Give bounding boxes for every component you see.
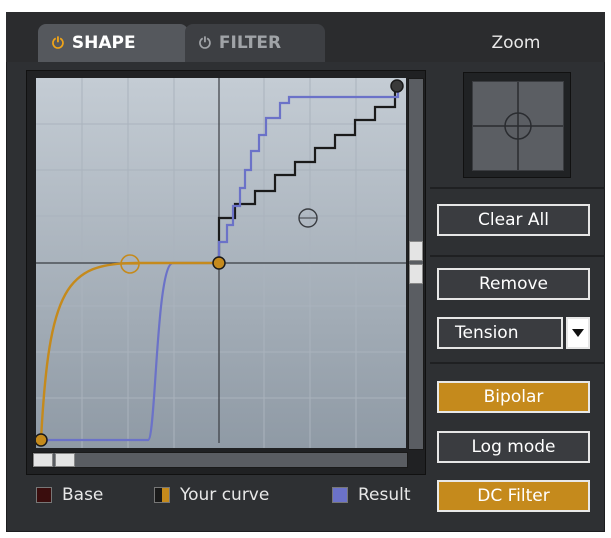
power-icon[interactable]: ⏻ <box>52 34 64 52</box>
scrollbar-thumb[interactable] <box>55 453 75 467</box>
tab-filter-label: FILTER <box>218 33 282 53</box>
scrollbar-thumb[interactable] <box>409 241 423 261</box>
curve-editor-graph[interactable] <box>36 78 406 448</box>
crosshair-icon <box>473 82 563 170</box>
tension-dropdown-button[interactable] <box>566 317 590 349</box>
divider <box>430 255 605 257</box>
horizontal-scrollbar[interactable] <box>32 452 408 468</box>
legend-label: Base <box>62 485 104 505</box>
tab-filter[interactable]: ⏻ FILTER <box>185 24 325 62</box>
legend-swatch-your-curve <box>154 487 170 503</box>
divider <box>430 362 605 364</box>
legend-base: Base <box>36 485 103 505</box>
zoom-viewport[interactable] <box>472 81 564 171</box>
triangle-down-icon <box>572 329 584 337</box>
legend-your-curve: Your curve <box>154 485 269 505</box>
curve-point-start[interactable] <box>36 433 48 447</box>
curve-point-end[interactable] <box>390 79 404 93</box>
legend-label: Your curve <box>180 485 270 505</box>
bipolar-toggle[interactable]: Bipolar <box>437 381 590 413</box>
log-mode-toggle[interactable]: Log mode <box>437 431 590 463</box>
scrollbar-thumb[interactable] <box>33 453 53 467</box>
power-icon[interactable]: ⏻ <box>199 34 211 52</box>
zoom-navigator[interactable] <box>463 72 571 178</box>
vertical-scrollbar[interactable] <box>408 78 424 450</box>
clear-all-button[interactable]: Clear All <box>437 204 590 236</box>
divider <box>430 187 605 189</box>
legend-swatch-result <box>332 487 348 503</box>
tab-shape-label: SHAPE <box>71 33 136 53</box>
remove-button[interactable]: Remove <box>437 268 590 300</box>
legend-swatch-base <box>36 487 52 503</box>
scrollbar-thumb[interactable] <box>409 264 423 284</box>
dc-filter-toggle[interactable]: DC Filter <box>437 480 590 512</box>
tension-select[interactable]: Tension <box>437 317 563 349</box>
curve-point-mid[interactable] <box>212 256 226 270</box>
tab-shape[interactable]: ⏻ SHAPE <box>38 24 188 62</box>
legend-result: Result <box>332 485 411 505</box>
zoom-label: Zoom <box>491 33 541 53</box>
legend-label: Result <box>358 485 411 505</box>
